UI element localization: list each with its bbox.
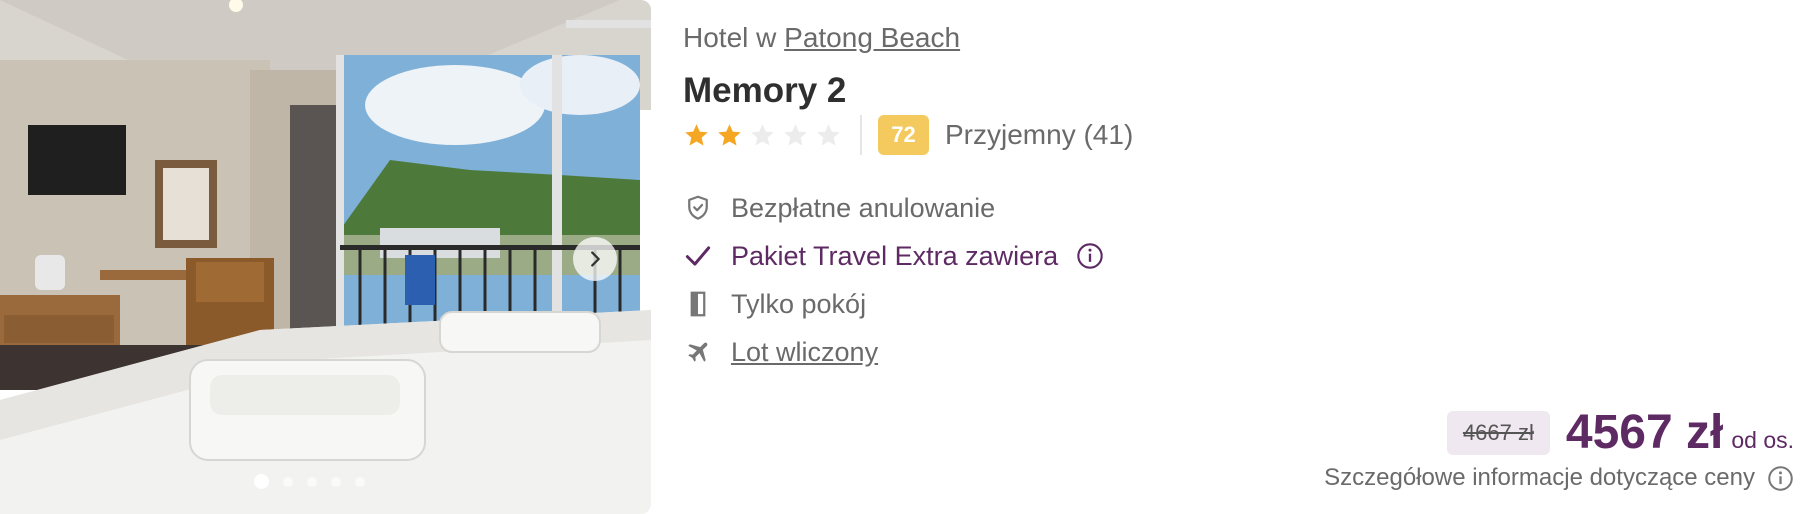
chevron-right-icon xyxy=(591,251,600,267)
shield-check-icon xyxy=(683,193,713,223)
photo-dot-5[interactable] xyxy=(355,476,365,487)
airplane-icon xyxy=(683,337,713,367)
star-empty-icon xyxy=(784,123,807,146)
hotel-info: Hotel w Patong Beach Memory 2 72 Przyjem… xyxy=(683,20,1783,367)
photo-pagination xyxy=(254,474,365,489)
feature-travel-extra: Pakiet Travel Extra zawiera xyxy=(683,232,1104,280)
hotel-name: Memory 2 xyxy=(683,71,847,110)
star-filled-icon xyxy=(718,123,741,146)
hotel-card[interactable]: Hotel w Patong Beach Memory 2 72 Przyjem… xyxy=(0,0,1818,514)
info-icon xyxy=(1768,465,1793,491)
hotel-room-image xyxy=(0,0,651,514)
info-icon[interactable] xyxy=(1076,242,1104,270)
feature-free-cancellation-text: Bezpłatne anulowanie xyxy=(731,192,996,223)
price-row: 4667 zł 4567 zł od os. xyxy=(1446,405,1794,460)
feature-free-cancellation: Bezpłatne anulowanie xyxy=(683,184,1104,232)
star-rating xyxy=(683,122,842,149)
hotel-location: Hotel w Patong Beach xyxy=(683,20,1783,56)
score-badge: 72 xyxy=(878,115,929,155)
photo-dot-1[interactable] xyxy=(254,474,269,489)
photo-dot-2[interactable] xyxy=(283,476,293,487)
price-details-link[interactable]: Szczegółowe informacje dotyczące ceny xyxy=(1324,464,1794,492)
flight-included-link[interactable]: Lot wliczony xyxy=(731,337,878,368)
rating-row: 72 Przyjemny (41) xyxy=(683,113,1133,157)
door-icon xyxy=(683,289,713,319)
feature-room-only-text: Tylko pokój xyxy=(731,288,867,319)
photo-next-button[interactable] xyxy=(573,237,617,281)
location-link[interactable]: Patong Beach xyxy=(784,22,960,53)
score-text[interactable]: Przyjemny (41) xyxy=(945,119,1133,151)
location-prefix: Hotel w xyxy=(683,22,777,53)
photo-dot-4[interactable] xyxy=(331,476,341,487)
star-filled-icon xyxy=(685,123,708,146)
per-person-label: od os. xyxy=(1731,427,1794,453)
photo-dot-3[interactable] xyxy=(307,476,317,487)
price-details-text: Szczegółowe informacje dotyczące ceny xyxy=(1324,464,1755,491)
hotel-photo[interactable] xyxy=(0,0,651,514)
feature-travel-extra-text: Pakiet Travel Extra zawiera xyxy=(731,240,1059,271)
rating-divider xyxy=(860,115,862,155)
old-price: 4667 zł xyxy=(1446,410,1550,455)
checkmark-icon xyxy=(683,241,713,271)
star-empty-icon xyxy=(751,123,774,146)
current-price: 4567 zł xyxy=(1565,406,1724,459)
feature-room-only: Tylko pokój xyxy=(683,280,1104,328)
features-list: Bezpłatne anulowanie Pakiet Travel Extra… xyxy=(683,184,1104,376)
star-empty-icon xyxy=(817,123,840,146)
feature-flight: Lot wliczony xyxy=(683,328,1104,376)
